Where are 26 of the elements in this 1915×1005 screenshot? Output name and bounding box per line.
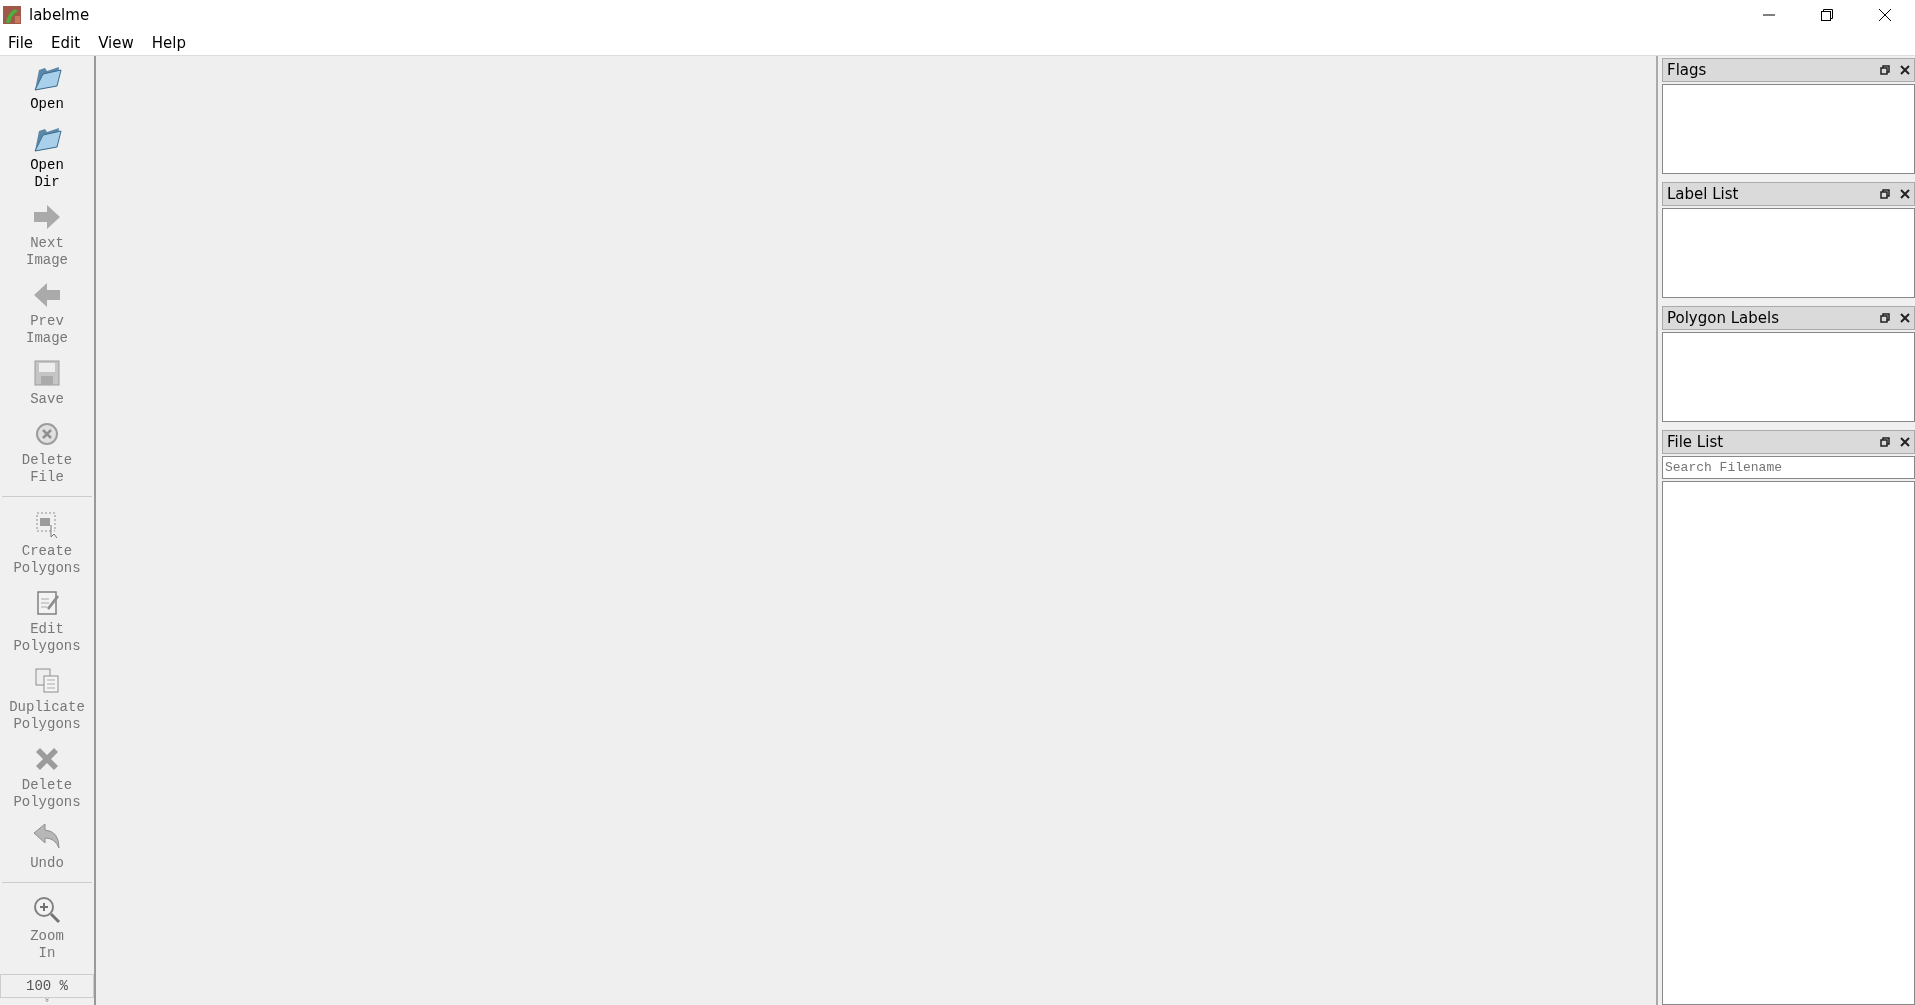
window-title: labelme [29,6,90,24]
close-icon[interactable] [1900,65,1910,75]
close-icon[interactable] [1879,9,1891,21]
menu-item[interactable]: View [96,33,136,52]
close-icon[interactable] [1900,189,1910,199]
menu-item[interactable]: Help [149,33,188,52]
dock-title: File List [1667,433,1724,451]
toolbar-button[interactable]: Open Dir [0,117,94,195]
menu-item[interactable]: Edit [49,33,83,52]
close-icon[interactable] [1900,313,1910,323]
float-icon[interactable] [1880,313,1890,323]
dock-title: Label List [1667,185,1739,203]
float-icon[interactable] [1880,189,1890,199]
float-icon[interactable] [1880,437,1890,447]
app-logo-icon [3,6,21,24]
close-icon[interactable] [1900,437,1910,447]
restore-icon[interactable] [1821,9,1833,21]
dock-title: Flags [1667,61,1707,79]
dock-title: Polygon Labels [1667,309,1779,327]
search-field[interactable]: Search Filename [1662,456,1915,479]
menu-item[interactable]: File [6,33,36,52]
toolbar-button[interactable]: Open [0,56,94,117]
zoom-field[interactable]: 100 % [0,974,94,998]
float-icon[interactable] [1880,65,1890,75]
save-icon [31,357,63,389]
zoom-in-icon [31,894,63,926]
